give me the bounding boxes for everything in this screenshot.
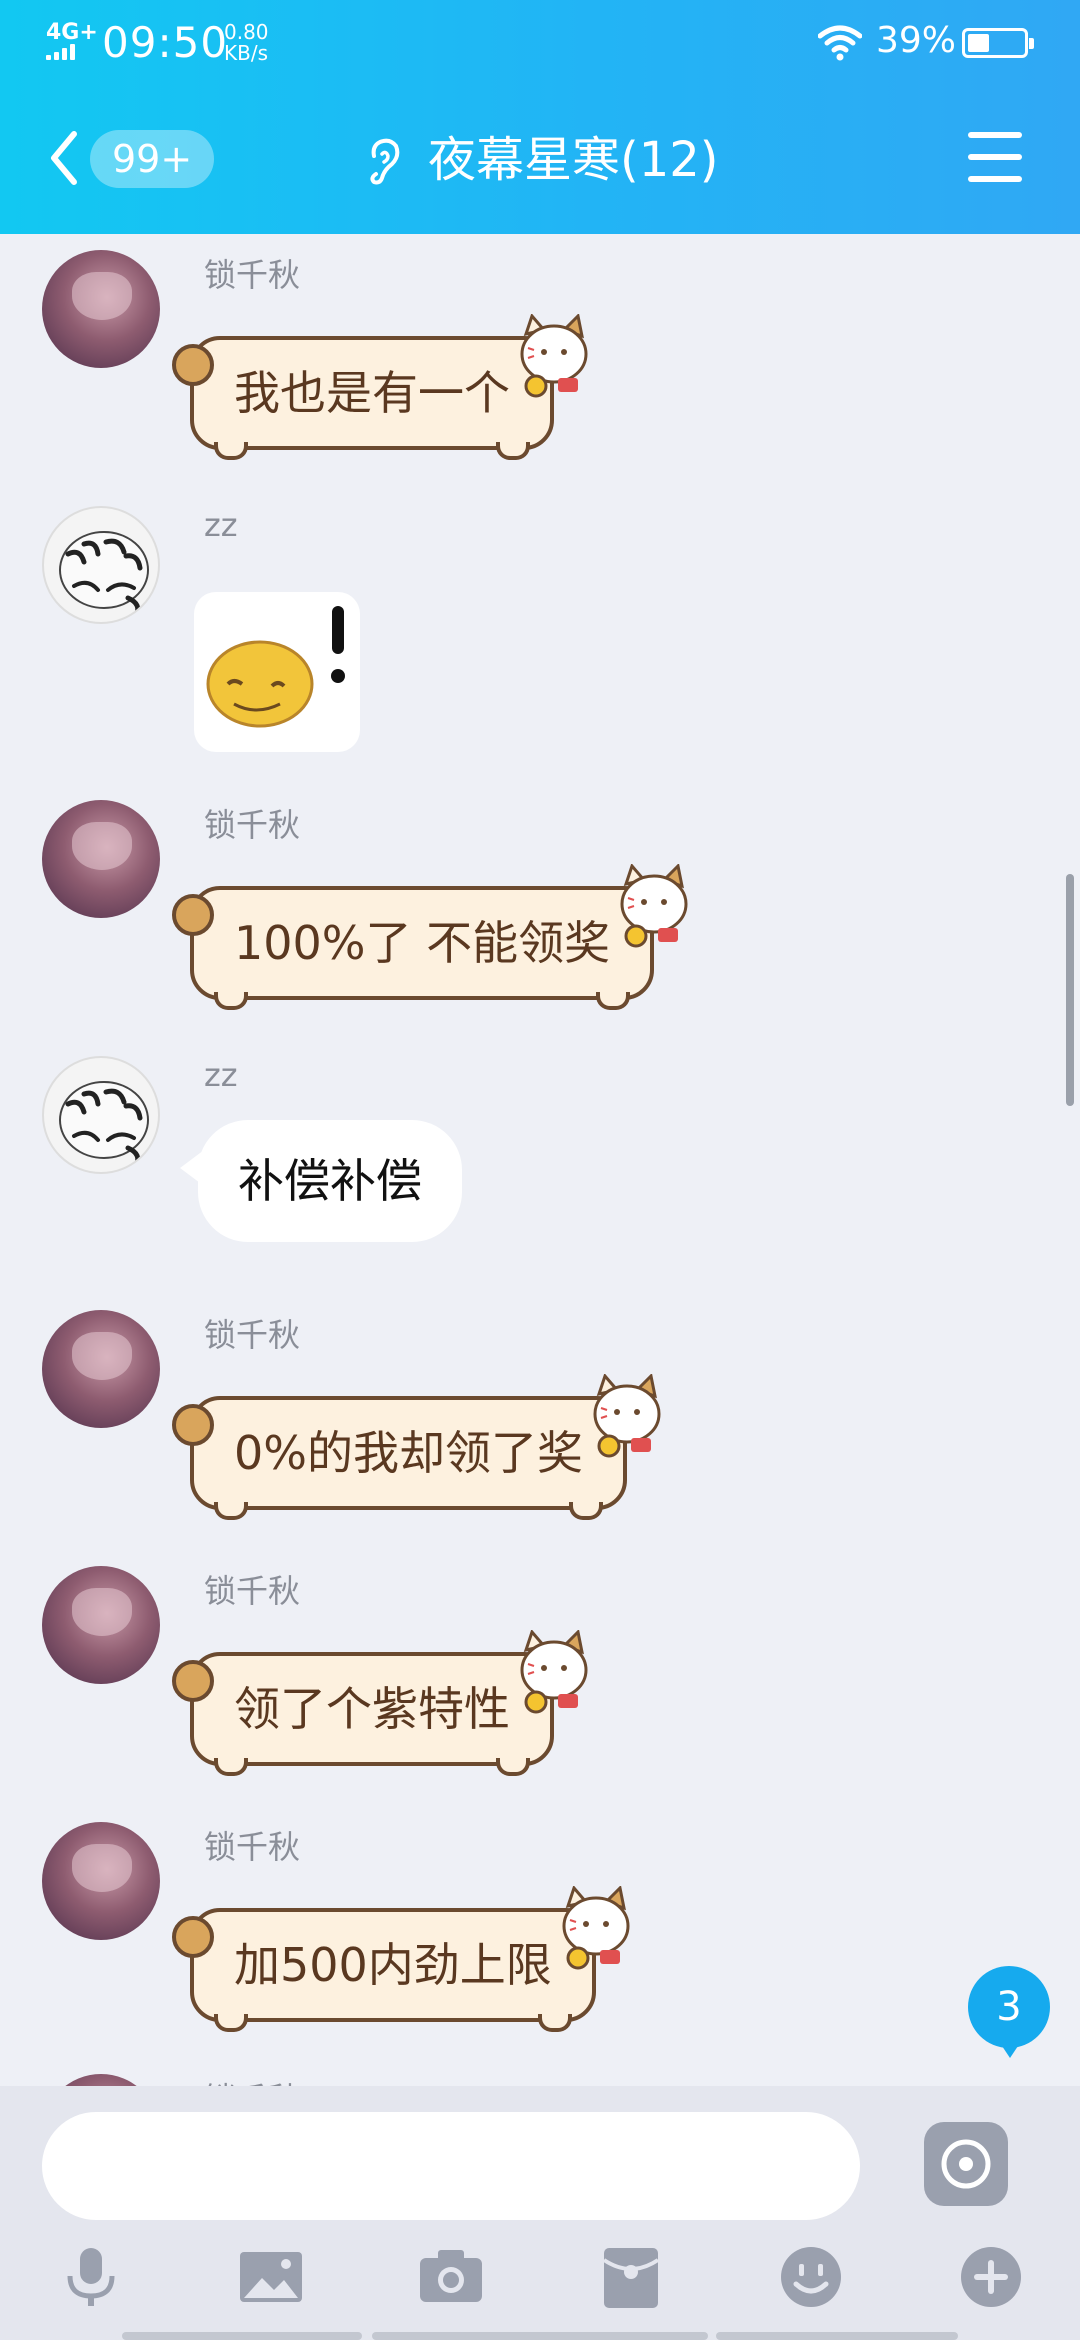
shoot-button[interactable]: [924, 2122, 1008, 2206]
wifi-icon: [818, 25, 862, 61]
lucky-cat-icon: [620, 864, 688, 948]
tiger-avatar-icon: [59, 1081, 149, 1169]
sender-name: zz: [204, 506, 238, 544]
toolbar-divider: [716, 2332, 958, 2340]
cat-bubble[interactable]: 0%的我却领了奖: [172, 1374, 661, 1520]
avatar[interactable]: [42, 2074, 160, 2086]
ear-icon[interactable]: [364, 136, 404, 186]
speed-unit: KB/s: [224, 41, 268, 65]
back-chevron-icon[interactable]: [44, 126, 88, 190]
lucky-cat-icon: [520, 314, 588, 398]
avatar[interactable]: [42, 250, 160, 368]
sender-name: 锁千秋: [204, 2074, 300, 2086]
sender-name: 锁千秋: [204, 1828, 301, 1866]
lucky-cat-icon: [562, 1886, 630, 1970]
chat-title: 夜幕星寒(12): [428, 132, 719, 188]
cat-bubble[interactable]: 加500内劲上限: [172, 1886, 630, 2032]
message-list[interactable]: 锁千秋 我也是有一个 zz 锁千秋 100%了 不能领奖 zz 补偿补偿 锁千秋…: [0, 234, 1080, 2086]
speed-value: 0.80: [224, 20, 269, 44]
plus-icon[interactable]: [956, 2242, 1026, 2312]
message-text: 补偿补偿: [238, 1154, 422, 1208]
avatar[interactable]: [42, 1056, 160, 1174]
message-input[interactable]: [42, 2112, 860, 2220]
status-bar: 4G+ 09:50 0.80 KB/s 39%: [0, 0, 1080, 90]
message-text: 我也是有一个: [234, 366, 510, 420]
toolbar: [0, 2242, 1080, 2340]
battery-percent: 39%: [876, 20, 957, 61]
sticker-image[interactable]: [194, 592, 360, 752]
message-text: 100%了 不能领奖: [234, 916, 611, 970]
camera-lens-icon: [941, 2139, 991, 2189]
sender-name: 锁千秋: [204, 1572, 301, 1610]
cat-bubble[interactable]: 我也是有一个: [172, 314, 588, 460]
menu-icon[interactable]: [968, 132, 1022, 182]
battery-icon: [962, 28, 1034, 58]
sender-name: 锁千秋: [204, 806, 301, 844]
message-text: 加500内劲上限: [234, 1938, 552, 1992]
avatar[interactable]: [42, 800, 160, 918]
avatar[interactable]: [42, 506, 160, 624]
lucky-cat-icon: [520, 1630, 588, 1714]
cat-bubble[interactable]: 100%了 不能领奖: [172, 864, 688, 1010]
sender-name: 锁千秋: [204, 1316, 301, 1354]
nav-bar: 99+ 夜幕星寒(12): [0, 100, 1080, 220]
status-time: 09:50: [102, 18, 229, 67]
avatar[interactable]: [42, 1822, 160, 1940]
unread-count-badge[interactable]: 99+: [90, 130, 215, 188]
lucky-cat-icon: [593, 1374, 661, 1458]
text-bubble[interactable]: 补偿补偿: [180, 1120, 462, 1242]
toolbar-divider: [372, 2332, 708, 2340]
input-bar: [0, 2086, 1080, 2340]
avatar[interactable]: [42, 1310, 160, 1428]
camera-icon[interactable]: [416, 2242, 486, 2312]
message-text: 0%的我却领了奖: [234, 1426, 583, 1480]
avatar[interactable]: [42, 1566, 160, 1684]
microphone-icon[interactable]: [56, 2242, 126, 2312]
sender-name: 锁千秋: [204, 256, 301, 294]
chat-header: 4G+ 09:50 0.80 KB/s 39% 99+ 夜幕星寒(12): [0, 0, 1080, 234]
message-text: 领了个紫特性: [234, 1682, 510, 1736]
battery-fill: [968, 34, 989, 52]
new-messages-badge[interactable]: 3: [968, 1966, 1050, 2058]
red-packet-icon[interactable]: [596, 2242, 666, 2312]
cat-bubble[interactable]: 领了个紫特性: [172, 1630, 588, 1776]
scrollbar[interactable]: [1066, 874, 1074, 1106]
image-icon[interactable]: [236, 2242, 306, 2312]
emoji-icon[interactable]: [776, 2242, 846, 2312]
toolbar-divider: [122, 2332, 362, 2340]
signal-icon: [46, 44, 80, 60]
network-type: 4G+: [46, 20, 98, 45]
network-speed: 0.80 KB/s: [224, 22, 269, 64]
smiley-exclamation-sticker-icon: [206, 606, 345, 728]
sender-name: zz: [204, 1056, 238, 1094]
tiger-avatar-icon: [59, 531, 149, 619]
